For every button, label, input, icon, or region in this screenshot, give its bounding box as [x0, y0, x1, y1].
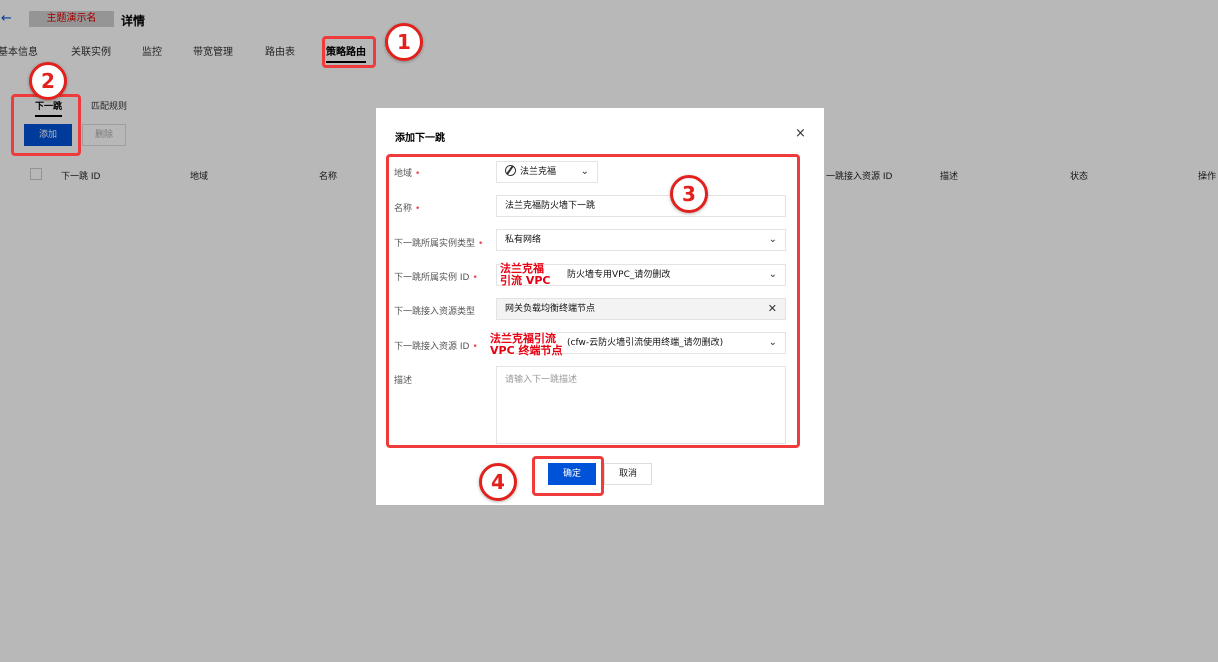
dialog-title: 添加下一跳 [395, 133, 445, 144]
modal-mask-top [0, 0, 1218, 64]
highlight-form [386, 154, 800, 448]
highlight-confirm [532, 456, 604, 496]
close-icon[interactable]: × [795, 126, 806, 141]
step-badge-2: 2 [29, 62, 67, 100]
step-badge-1: 1 [385, 23, 423, 61]
cancel-button[interactable]: 取消 [604, 463, 652, 485]
step-badge-3: 3 [670, 175, 708, 213]
highlight-policy-tab [322, 36, 376, 68]
step-badge-4: 4 [479, 463, 517, 501]
highlight-add-button [11, 94, 81, 156]
